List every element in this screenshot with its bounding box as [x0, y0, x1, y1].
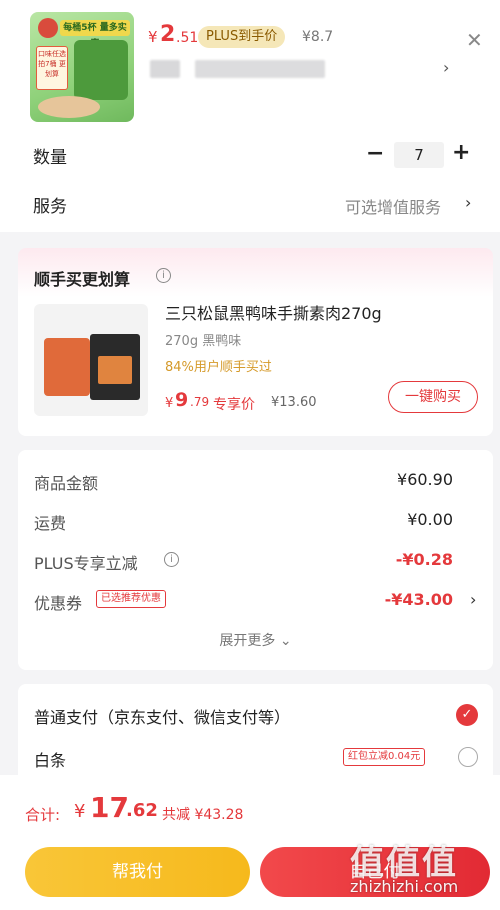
- price-summary-card: 商品金额 ¥60.90 运费 ¥0.00 PLUS专享立减 i -¥0.28 优…: [18, 450, 493, 670]
- close-icon[interactable]: ✕: [466, 28, 483, 52]
- expand-more-label: 展开更多: [219, 633, 276, 649]
- checkmark-icon[interactable]: ✓: [456, 704, 478, 726]
- upsell-product-spec: 270g 黑鸭味: [165, 334, 242, 349]
- total-currency: ¥: [74, 801, 86, 822]
- upsell-product-name[interactable]: 三只松鼠黑鸭味手撕素肉270g: [165, 300, 382, 324]
- coupon-value[interactable]: -¥43.00: [385, 590, 453, 609]
- upsell-bought-ratio: 84%用户顺手买过: [165, 360, 272, 375]
- baitiao-promo-tag: 红包立减0.04元: [343, 748, 426, 766]
- product-plate-image: [38, 96, 100, 118]
- shipping-label: 运费: [34, 514, 67, 533]
- product-badge: 每桶5杯 量多实惠: [60, 20, 130, 49]
- plus-discount-label: PLUS专享立减: [34, 554, 138, 573]
- chevron-right-icon[interactable]: ›: [470, 590, 476, 609]
- info-icon[interactable]: i: [156, 268, 171, 283]
- one-click-buy-button[interactable]: 一键购买: [388, 381, 478, 413]
- quantity-minus-button[interactable]: −: [366, 141, 384, 166]
- service-value[interactable]: 可选增值服务: [345, 194, 441, 218]
- plus-price-tag: PLUS到手价: [198, 26, 286, 48]
- chevron-right-icon[interactable]: ›: [465, 193, 471, 212]
- brand-logo: [38, 18, 58, 38]
- expand-more-link[interactable]: 展开更多 ⌄: [18, 630, 493, 650]
- quantity-input[interactable]: 7: [394, 142, 444, 168]
- coupon-label: 优惠券: [34, 594, 83, 613]
- goods-amount-label: 商品金额: [34, 474, 99, 493]
- blurred-spec: [150, 60, 180, 78]
- shipping-value: ¥0.00: [407, 510, 453, 529]
- service-label: 服务: [33, 197, 67, 217]
- quantity-plus-button[interactable]: +: [452, 140, 470, 165]
- price-integer: 2: [160, 22, 176, 47]
- upsell-price-decimal: .79: [190, 395, 210, 409]
- product-stack-image: [44, 338, 90, 396]
- quantity-label: 数量: [33, 148, 67, 168]
- upsell-price-currency: ¥: [165, 396, 174, 411]
- price-decimal: .51: [176, 30, 199, 46]
- total-label: 合计:: [25, 806, 61, 824]
- total-decimal: .62: [126, 800, 158, 821]
- normal-payment-label[interactable]: 普通支付（京东支付、微信支付等）: [34, 704, 290, 728]
- product-thumbnail[interactable]: 每桶5杯 量多实惠 口味任选 拍7桶 更划算: [30, 12, 134, 122]
- plus-discount-value: -¥0.28: [395, 550, 453, 569]
- chevron-down-icon: ⌄: [279, 633, 292, 649]
- product-cup-image: [74, 40, 128, 100]
- upsell-price-integer: 9: [175, 389, 189, 411]
- product-bag-label: [98, 356, 132, 384]
- upsell-card: 顺手买更划算 i 三只松鼠黑鸭味手撕素肉270g 270g 黑鸭味 84%用户顺…: [18, 248, 493, 436]
- coupon-recommended-tag: 已选推荐优惠: [96, 590, 166, 608]
- watermark-url: zhizhizhi.com: [350, 877, 459, 896]
- total-savings: 共减 ¥43.28: [162, 807, 244, 823]
- site-watermark: 值值值 zhizhizhi.com: [350, 835, 500, 910]
- upsell-product-image[interactable]: [34, 304, 148, 416]
- blurred-spec: [195, 60, 325, 78]
- help-me-pay-button[interactable]: 帮我付: [25, 847, 250, 897]
- chevron-right-icon[interactable]: ›: [443, 58, 449, 77]
- price-currency: ¥: [148, 28, 158, 46]
- checkout-bar: 合计: ¥ 17 .62 共减 ¥43.28 帮我付 自己付 值值值 zhizh…: [0, 775, 500, 910]
- upsell-original-price: ¥13.60: [271, 395, 317, 410]
- baitiao-payment-label[interactable]: 白条: [34, 747, 66, 771]
- info-icon[interactable]: i: [164, 552, 179, 567]
- total-integer: 17: [90, 791, 129, 824]
- upsell-vip-label: 专享价: [213, 397, 255, 413]
- original-price: ¥8.7: [302, 29, 334, 45]
- flavor-tag: 口味任选 拍7桶 更划算: [36, 46, 68, 90]
- baitiao-radio[interactable]: [458, 747, 478, 767]
- goods-amount-value: ¥60.90: [397, 470, 453, 489]
- upsell-title: 顺手买更划算: [34, 270, 131, 289]
- product-sheet: 每桶5杯 量多实惠 口味任选 拍7桶 更划算 ¥ 2 .51 PLUS到手价 ¥…: [0, 0, 500, 232]
